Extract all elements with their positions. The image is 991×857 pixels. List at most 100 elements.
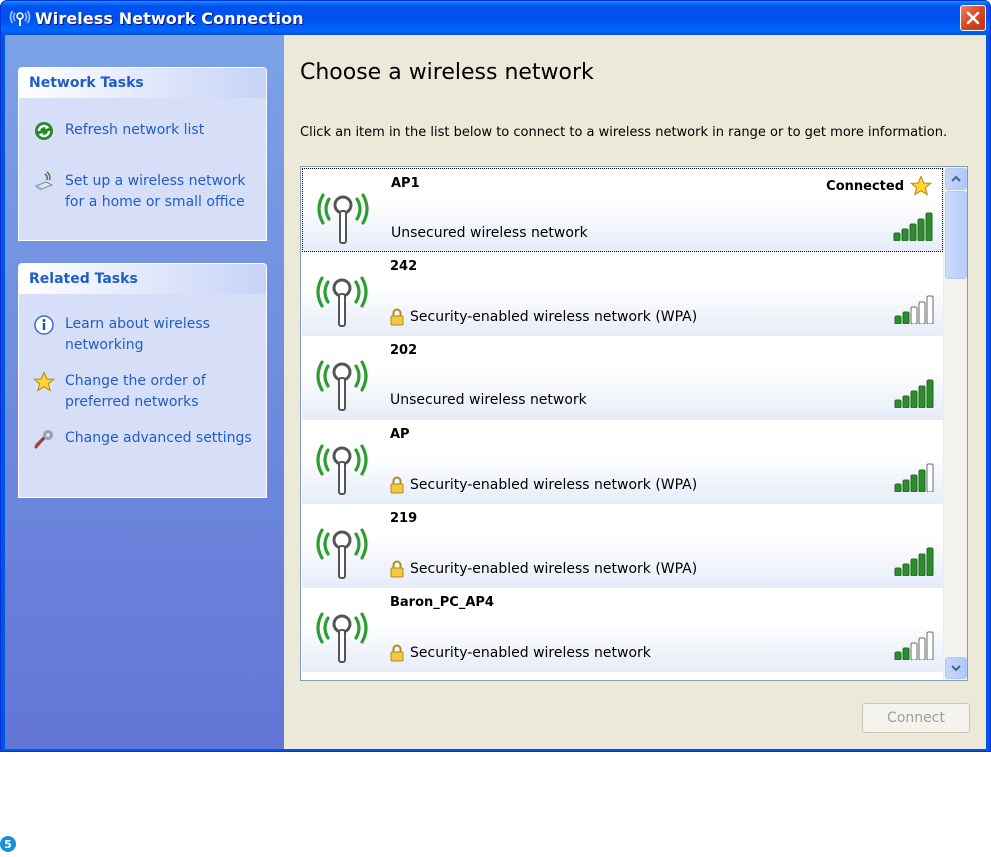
- network-ssid: Baron_PC_AP4: [390, 595, 494, 610]
- task-change-preferred-order[interactable]: Change the order of preferred networks: [19, 371, 266, 413]
- signal-bar: [918, 469, 926, 492]
- network-ssid: AP1: [391, 176, 420, 191]
- signal-bar: [917, 218, 925, 241]
- network-row[interactable]: 202 Unsecured wireless network: [302, 336, 943, 420]
- signal-bar: [894, 483, 902, 492]
- scroll-thumb[interactable]: [945, 191, 967, 279]
- task-pane: Network Tasks Refresh network list Set u…: [5, 35, 284, 749]
- signal-bar: [910, 642, 918, 660]
- network-row[interactable]: AP1 Unsecured wireless network Connected: [302, 168, 943, 252]
- network-row[interactable]: 219 Security-enabled wireless network (WP…: [302, 504, 943, 588]
- network-description-text: Security-enabled wireless network (WPA): [410, 561, 698, 577]
- signal-strength-icon: [894, 379, 934, 408]
- network-list[interactable]: AP1 Unsecured wireless network Connected 24…: [300, 166, 968, 681]
- signal-bar: [894, 399, 902, 408]
- wireless-antenna-icon: [315, 187, 371, 245]
- network-description-text: Unsecured wireless network: [391, 225, 588, 241]
- connect-button[interactable]: Connect: [862, 703, 970, 733]
- signal-strength-icon: [893, 212, 933, 241]
- network-tasks-header: Network Tasks: [19, 68, 266, 98]
- network-ssid: 219: [390, 511, 418, 526]
- wireless-antenna-icon: [314, 438, 370, 496]
- task-label: Learn about wireless networking: [65, 316, 210, 353]
- wireless-setup-icon: [33, 171, 55, 193]
- window-client-area: Network Tasks Refresh network list Set u…: [5, 35, 986, 749]
- task-label: Refresh network list: [65, 122, 205, 138]
- wireless-network-connection-window: Wireless Network Connection Network Task…: [0, 0, 991, 752]
- network-security-description: Unsecured wireless network: [391, 225, 588, 241]
- wireless-antenna-icon: [314, 354, 370, 412]
- signal-bar: [902, 395, 910, 408]
- signal-strength-icon: [894, 463, 934, 492]
- main-content: Choose a wireless network Click an item …: [284, 35, 986, 749]
- signal-bar: [926, 379, 934, 408]
- signal-bar: [918, 385, 926, 408]
- preferred-star-icon: [910, 175, 932, 196]
- signal-bar: [910, 306, 918, 324]
- signal-bar: [925, 212, 933, 241]
- related-tasks-title: Related Tasks: [29, 271, 138, 287]
- signal-bar: [894, 567, 902, 576]
- signal-bar: [926, 295, 934, 324]
- network-security-description: Security-enabled wireless network (WPA): [390, 560, 697, 578]
- lock-icon: [390, 308, 404, 326]
- signal-bar: [910, 390, 918, 408]
- network-description-text: Security-enabled wireless network (WPA): [410, 309, 698, 325]
- task-refresh-network-list[interactable]: Refresh network list: [19, 120, 266, 142]
- wireless-antenna-icon: [314, 270, 370, 328]
- signal-bar: [910, 474, 918, 492]
- signal-bar: [909, 223, 917, 241]
- signal-strength-icon: [894, 631, 934, 660]
- signal-strength-icon: [894, 547, 934, 576]
- close-button[interactable]: [960, 5, 986, 31]
- network-ssid: 202: [390, 343, 418, 358]
- close-icon: [966, 11, 980, 25]
- window-title: Wireless Network Connection: [35, 8, 304, 28]
- step-badge: 5: [0, 836, 16, 852]
- network-row[interactable]: AP Security-enabled wireless network (WPA…: [302, 420, 943, 504]
- page-title: Choose a wireless network: [300, 60, 594, 85]
- signal-bar: [910, 558, 918, 576]
- signal-bar: [894, 651, 902, 660]
- connection-status: Connected: [826, 175, 932, 197]
- task-change-advanced-settings[interactable]: Change advanced settings: [19, 428, 266, 450]
- info-icon: [33, 314, 55, 336]
- network-security-description: Security-enabled wireless network: [390, 644, 651, 662]
- wireless-antenna-icon: [314, 522, 370, 580]
- network-tasks-title: Network Tasks: [29, 75, 144, 91]
- scroll-up-button[interactable]: [945, 168, 967, 190]
- signal-bar: [894, 315, 902, 324]
- signal-bar: [902, 647, 910, 660]
- signal-bar: [918, 301, 926, 324]
- related-tasks-panel: Related Tasks Learn about wireless netwo…: [18, 263, 267, 498]
- lock-icon: [390, 476, 404, 494]
- network-ssid: 242: [390, 259, 418, 274]
- chevron-up-icon: [951, 175, 961, 182]
- network-row[interactable]: Baron_PC_AP4 Security-enabled wireless ne…: [302, 588, 943, 672]
- refresh-icon: [33, 120, 55, 142]
- chevron-down-icon: [951, 665, 961, 672]
- network-tasks-panel: Network Tasks Refresh network list Set u…: [18, 67, 267, 241]
- lock-icon: [390, 560, 404, 578]
- vertical-scrollbar[interactable]: [943, 167, 967, 680]
- scroll-down-button[interactable]: [945, 657, 967, 679]
- signal-bar: [901, 228, 909, 241]
- task-label: Set up a wireless network for a home or …: [65, 173, 246, 210]
- network-description-text: Security-enabled wireless network: [410, 645, 651, 661]
- task-setup-wireless-network[interactable]: Set up a wireless network for a home or …: [19, 171, 266, 213]
- task-label: Change the order of preferred networks: [65, 373, 206, 410]
- signal-strength-icon: [894, 295, 934, 324]
- task-learn-wireless[interactable]: Learn about wireless networking: [19, 314, 266, 356]
- settings-icon: [33, 428, 55, 450]
- connection-status-text: Connected: [826, 178, 904, 194]
- wireless-network-icon: [9, 7, 31, 29]
- wireless-antenna-icon: [314, 606, 370, 664]
- star-icon: [33, 371, 55, 393]
- signal-bar: [918, 553, 926, 576]
- related-tasks-header: Related Tasks: [19, 264, 266, 294]
- network-row[interactable]: 242 Security-enabled wireless network (WP…: [302, 252, 943, 336]
- instructions-text: Click an item in the list below to conne…: [300, 125, 948, 140]
- signal-bar: [926, 547, 934, 576]
- signal-bar: [926, 463, 934, 492]
- title-bar[interactable]: Wireless Network Connection: [1, 1, 990, 35]
